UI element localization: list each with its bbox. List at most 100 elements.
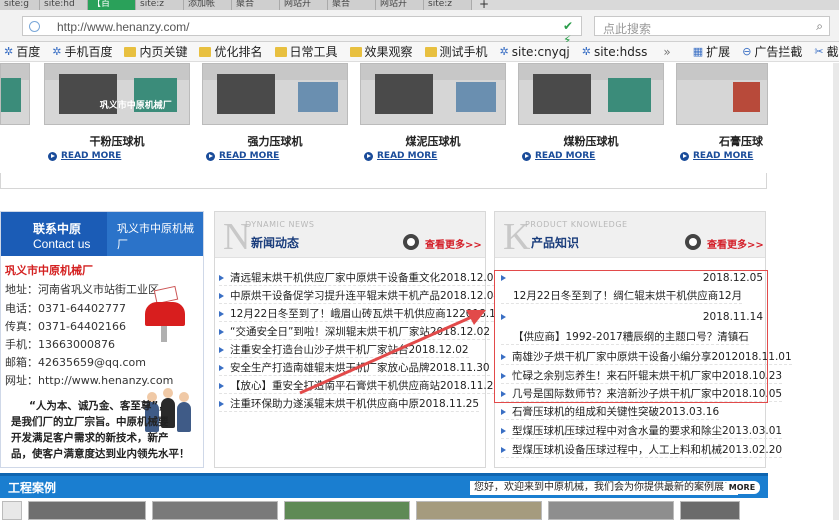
search-icon[interactable]: ⌕ [816, 19, 823, 34]
bookmark-mobile-baidu[interactable]: ✲ 手机百度 [52, 43, 112, 60]
read-more-link[interactable]: READ MORE [48, 151, 121, 161]
contact-fax: 传真：0371-64402166 [5, 320, 126, 333]
bookmark-folder[interactable]: 日常工具 [274, 43, 338, 60]
paw-icon: ✲ [581, 45, 591, 58]
news-item-text: 注重安全打造台山沙子烘干机厂家站台2018.12.02 [230, 344, 469, 356]
bullet-icon [219, 328, 224, 335]
bookmarks-more-chevron[interactable]: » [663, 45, 670, 59]
bullet-icon [501, 427, 506, 434]
address-url[interactable]: http://www.henanzy.com/ [57, 20, 190, 34]
company-name: 巩义市中原机械厂 [5, 264, 93, 277]
product-name[interactable]: 干粉压球机 [44, 133, 190, 149]
block-icon: ⊖ [742, 45, 752, 58]
product-name[interactable]: 石膏压球 [676, 133, 806, 149]
case-thumbnails [0, 501, 839, 520]
extensions-button[interactable]: ▦ 扩展 [693, 43, 730, 60]
product-name[interactable]: 煤粉压球机 [518, 133, 664, 149]
screenshot-button[interactable]: ✂截图 [814, 43, 839, 60]
cases-title: 工程案例 [8, 481, 57, 495]
read-more-link[interactable]: READ MORE [364, 151, 437, 161]
case-thumbnail[interactable] [680, 501, 740, 520]
bullet-icon [219, 292, 224, 299]
bookmark-label: 百度 [16, 45, 41, 59]
browser-tab[interactable]: 添加帐 [184, 0, 232, 10]
quote-line: “人为本、诚乃金、客至尊”， [29, 400, 169, 412]
search-input[interactable]: 点此搜索 ⌕ [594, 16, 830, 36]
product-image[interactable] [0, 63, 30, 125]
news-item[interactable]: 12月22日冬至到了！峨眉山砖瓦烘干机供应商122018.12.03 [219, 306, 520, 322]
read-more-link[interactable]: READ MORE [680, 151, 753, 161]
browser-tab[interactable]: 网站开 [376, 0, 424, 10]
browser-tab[interactable]: site:z [424, 0, 472, 10]
news-item[interactable]: 清远辊末烘干机供应厂家中原烘干设备重文化2018.12.06 [219, 270, 501, 286]
bookmark-site[interactable]: ✲ site:cnyqj [500, 45, 570, 59]
case-thumbnail[interactable] [416, 501, 542, 520]
contact-panel: 联系中原 Contact us 巩义市中原机械厂 巩义市中原机械厂 地址：河南省… [0, 211, 204, 468]
paw-icon: ✲ [499, 45, 509, 58]
toolbar-label: 截图 [826, 45, 839, 59]
news-item[interactable]: 【放心】重安全打造南平石膏烘干机供应商站2018.11.28 [219, 378, 501, 394]
knowledge-more-link[interactable]: 查看更多>> [707, 236, 764, 251]
knowledge-item[interactable]: 石膏压球机的组成和关键性突破2013.03.16 [501, 404, 720, 420]
news-item[interactable]: 注重安全打造台山沙子烘干机厂家站台2018.12.02 [219, 342, 469, 358]
new-tab-button[interactable]: + [472, 0, 496, 10]
bookmark-folder[interactable]: 优化排名 [199, 43, 263, 60]
product-image[interactable] [676, 63, 768, 125]
news-item-text: 安全生产打造南雄辊末烘干机厂家放心品牌2018.11.30 [230, 362, 490, 374]
product-image[interactable] [202, 63, 348, 125]
news-item[interactable]: 安全生产打造南雄辊末烘干机厂家放心品牌2018.11.30 [219, 360, 490, 376]
bullet-icon [219, 364, 224, 371]
case-thumbnail[interactable] [28, 501, 146, 520]
scissors-icon: ✂ [814, 45, 824, 58]
case-thumbnail[interactable] [548, 501, 674, 520]
browser-tab[interactable]: 聚合 [328, 0, 376, 10]
browser-tab[interactable]: site:z [136, 0, 184, 10]
contact-header: 联系中原 Contact us 巩义市中原机械厂 [1, 212, 203, 256]
toolbar-label: 广告拦截 [754, 45, 803, 59]
knowledge-item[interactable]: 型煤压球机设备压球过程中，人工上料和机械2013.02.20 [501, 442, 783, 458]
bookmark-folder[interactable]: 效果观察 [349, 43, 413, 60]
cases-bar: 工程案例 您好，欢迎来到中原机械，我们会为你提供最新的案例展示 MORE [0, 473, 768, 498]
bookmark-folder[interactable]: 内页关键 [124, 43, 187, 60]
news-item[interactable]: “交通安全日”到啦！深圳辊末烘干机厂家站2018.12.02 [219, 324, 490, 340]
bookmark-folder[interactable]: 测试手机 [424, 43, 488, 60]
adblock-button[interactable]: ⊖ 广告拦截 [742, 43, 802, 60]
product-name[interactable]: 煤泥压球机 [360, 133, 506, 149]
page-scrollbar[interactable] [833, 63, 839, 520]
highlight-box [494, 270, 768, 403]
tab-strip: site:g site:hd 【百 site:z 添加帐 聚合 网站开 聚合 网… [0, 0, 839, 10]
browser-tab[interactable]: 聚合 [232, 0, 280, 10]
browser-tab[interactable]: site:g [0, 0, 40, 10]
address-field[interactable]: http://www.henanzy.com/ ✔ ⚡ [22, 16, 582, 47]
news-more-link[interactable]: 查看更多>> [425, 236, 482, 251]
case-thumbnail[interactable] [2, 501, 22, 520]
folder-icon [124, 46, 137, 57]
read-more-link[interactable]: READ MORE [522, 151, 595, 161]
browser-tab-active[interactable]: 【百 [88, 0, 136, 10]
news-column: N DYNAMIC NEWS 新闻动态 查看更多>> 清远辊末烘干机供应厂家中原… [214, 211, 520, 468]
product-name[interactable]: 强力压球机 [202, 133, 348, 149]
folder-icon [274, 46, 287, 57]
knowledge-item-text: 型煤压球机压球过程中对含水量的要求和除尘2013.03.01 [512, 425, 783, 437]
contact-email[interactable]: 邮箱：42635659@qq.com [5, 354, 146, 370]
bookmark-baidu[interactable]: ✲ 百度 [4, 43, 40, 60]
knowledge-title: 产品知识 [531, 236, 580, 250]
arrow-circle-icon [680, 151, 689, 161]
knowledge-item[interactable]: 型煤压球机压球过程中对含水量的要求和除尘2013.03.01 [501, 423, 783, 439]
bullet-icon [501, 446, 506, 453]
read-more-link[interactable]: READ MORE [206, 151, 279, 161]
product-image[interactable]: 巩义市中原机械厂 [44, 63, 190, 125]
browser-tab[interactable]: site:hd [40, 0, 88, 10]
case-thumbnail[interactable] [152, 501, 278, 520]
contact-website[interactable]: 网址：http://www.henanzy.com [5, 372, 173, 388]
folder-icon [349, 46, 362, 57]
browser-tab[interactable]: 网站开 [280, 0, 328, 10]
product-image[interactable] [518, 63, 664, 125]
news-item[interactable]: 注重环保助力遂溪辊末烘干机供应商中原2018.11.25 [219, 396, 480, 412]
bookmark-site[interactable]: ✲ site:hdss [582, 45, 648, 59]
case-thumbnail[interactable] [284, 501, 410, 520]
binoculars-icon [403, 234, 419, 250]
product-image[interactable] [360, 63, 506, 125]
cases-more-button[interactable]: MORE [724, 481, 760, 494]
news-item[interactable]: 中原烘干设备促学习提升连平辊末烘干机产品2018.12.04 [219, 288, 501, 304]
